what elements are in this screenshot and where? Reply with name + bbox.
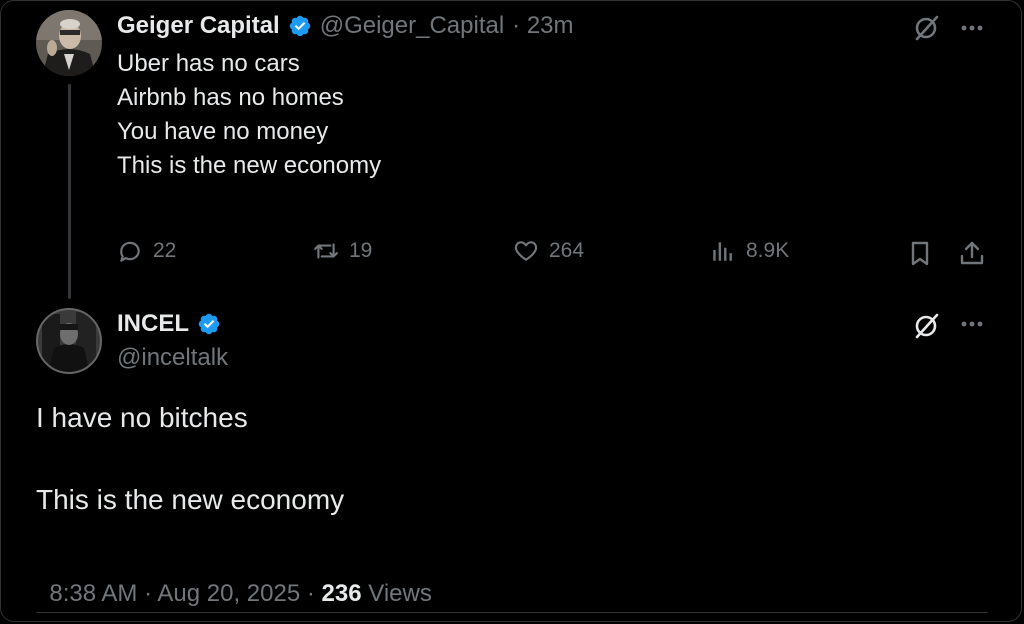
tweet1-line-2: Airbnb has no homes — [117, 84, 344, 111]
verified-badge-icon[interactable] — [197, 312, 221, 336]
tweet2-meta: 8:38 AM · Aug 20, 2025 · 236 Views — [36, 552, 432, 608]
reply-button[interactable]: 22 — [117, 238, 176, 264]
tweet1-handle[interactable]: @Geiger_Capital — [320, 12, 504, 40]
like-button[interactable]: 264 — [513, 238, 584, 264]
views-icon — [713, 242, 732, 261]
like-icon — [514, 241, 538, 261]
tweet2-views-label: Views — [361, 580, 432, 607]
tweet2-author-name[interactable]: INCEL — [117, 310, 189, 338]
tweet2-views-count: 236 — [321, 580, 362, 607]
more-icon[interactable] — [958, 14, 986, 47]
incel-avatar[interactable] — [36, 308, 102, 374]
tweet1-author-name[interactable]: Geiger Capital — [117, 12, 280, 40]
like-count: 264 — [549, 239, 585, 262]
tweet1-line-3: You have no money — [117, 118, 329, 145]
tweet1-line-5: This is the new economy — [117, 152, 382, 179]
thread-line — [68, 84, 71, 299]
views-count: 8.9K — [746, 239, 790, 262]
retweet-icon — [314, 243, 338, 259]
bookmark-icon[interactable] — [906, 239, 934, 272]
retweet-count: 19 — [349, 239, 373, 262]
geiger-capital-avatar[interactable] — [36, 10, 102, 76]
tweet1-line-1: Uber has no cars — [117, 50, 300, 77]
reply-icon — [120, 241, 140, 262]
tweet1-body: Uber has no cars Airbnb has no homes You… — [117, 47, 381, 183]
tweet2-line-2: This is the new economy — [36, 484, 345, 515]
tweet2-handle[interactable]: @inceltalk — [117, 344, 228, 372]
verified-badge-icon[interactable] — [288, 14, 312, 38]
tweet1-time[interactable]: · 23m — [512, 12, 573, 40]
tweet2-line-1: I have no bitches — [36, 402, 248, 433]
more-icon[interactable] — [958, 310, 986, 343]
grok-icon[interactable] — [912, 14, 940, 47]
tweet2-header: INCEL — [117, 310, 221, 338]
retweet-button[interactable]: 19 — [313, 238, 372, 264]
tweet1-header: Geiger Capital @Geiger_Capital · 23m — [117, 12, 574, 40]
grok-icon[interactable] — [912, 312, 940, 345]
views-button[interactable]: 8.9K — [710, 238, 789, 264]
divider — [36, 612, 988, 613]
tweet2-timestamp[interactable]: 8:38 AM · Aug 20, 2025 · — [49, 580, 321, 607]
share-icon[interactable] — [958, 239, 986, 272]
reply-count: 22 — [153, 239, 177, 262]
